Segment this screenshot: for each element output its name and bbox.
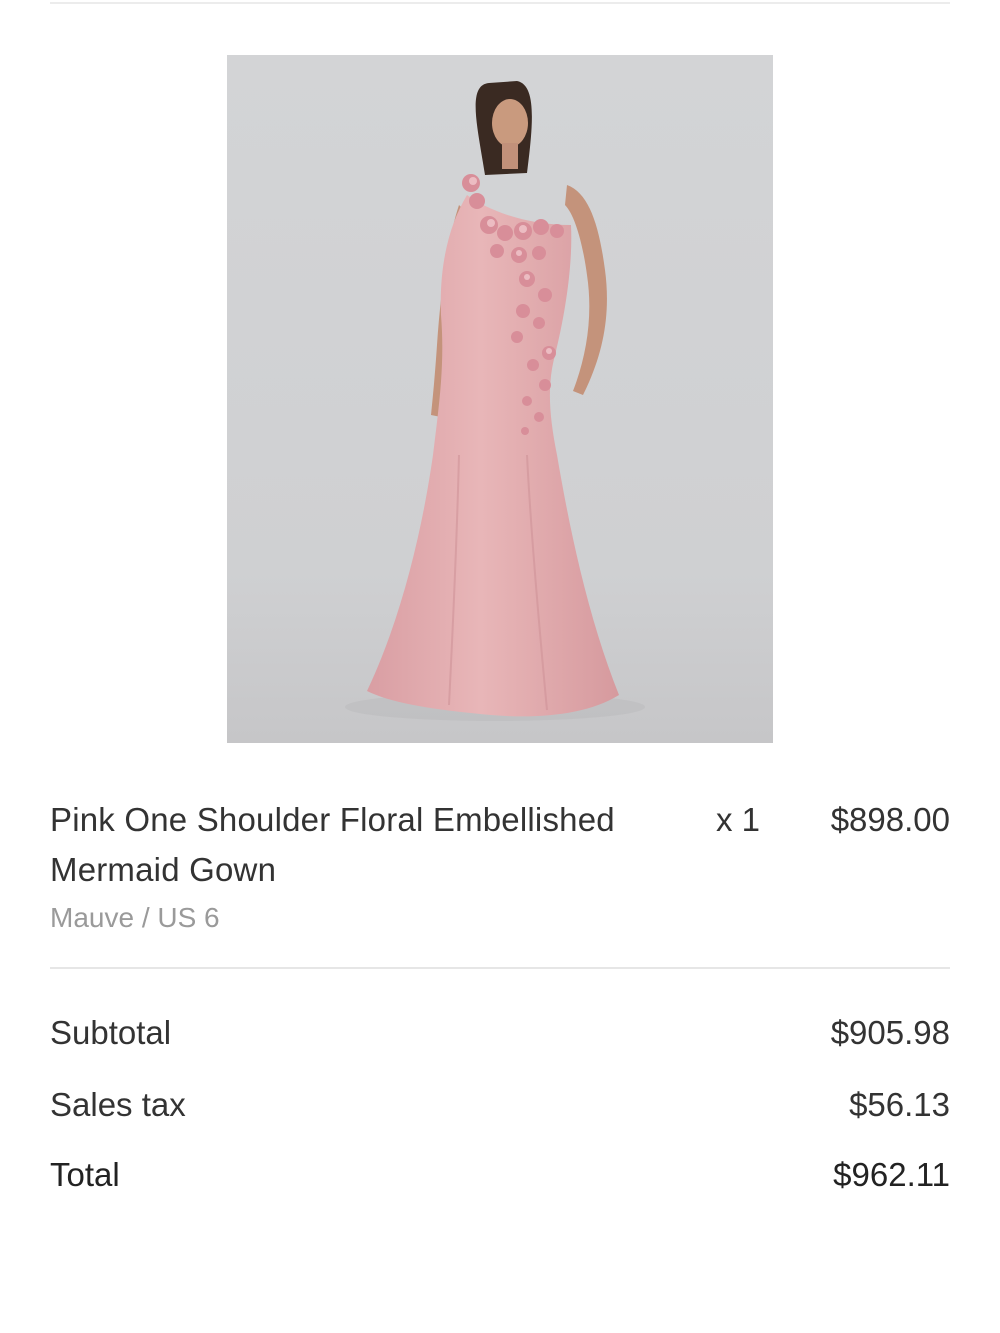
subtotal-label: Subtotal (50, 1014, 172, 1051)
sales-tax-label: Sales tax (50, 1086, 186, 1123)
product-image[interactable] (227, 55, 773, 743)
item-quantity: x 1 (716, 801, 761, 838)
total-label: Total (50, 1156, 120, 1193)
sales-tax-row: Sales tax $56.13 (50, 1080, 950, 1130)
sales-tax-value: $56.13 (849, 1086, 950, 1123)
total-row: Total $962.11 (50, 1150, 950, 1200)
top-divider (50, 2, 950, 4)
product-photo (227, 55, 773, 743)
subtotal-value: $905.98 (830, 1014, 950, 1051)
total-value: $962.11 (833, 1156, 950, 1193)
product-name[interactable]: Pink One Shoulder Floral Embellished Mer… (50, 795, 650, 895)
product-variant: Mauve / US 6 (50, 902, 220, 933)
cart-line-item: Pink One Shoulder Floral Embellished Mer… (50, 795, 950, 945)
summary-divider (50, 967, 950, 969)
item-price: $898.00 (830, 801, 950, 838)
subtotal-row: Subtotal $905.98 (50, 1008, 950, 1058)
